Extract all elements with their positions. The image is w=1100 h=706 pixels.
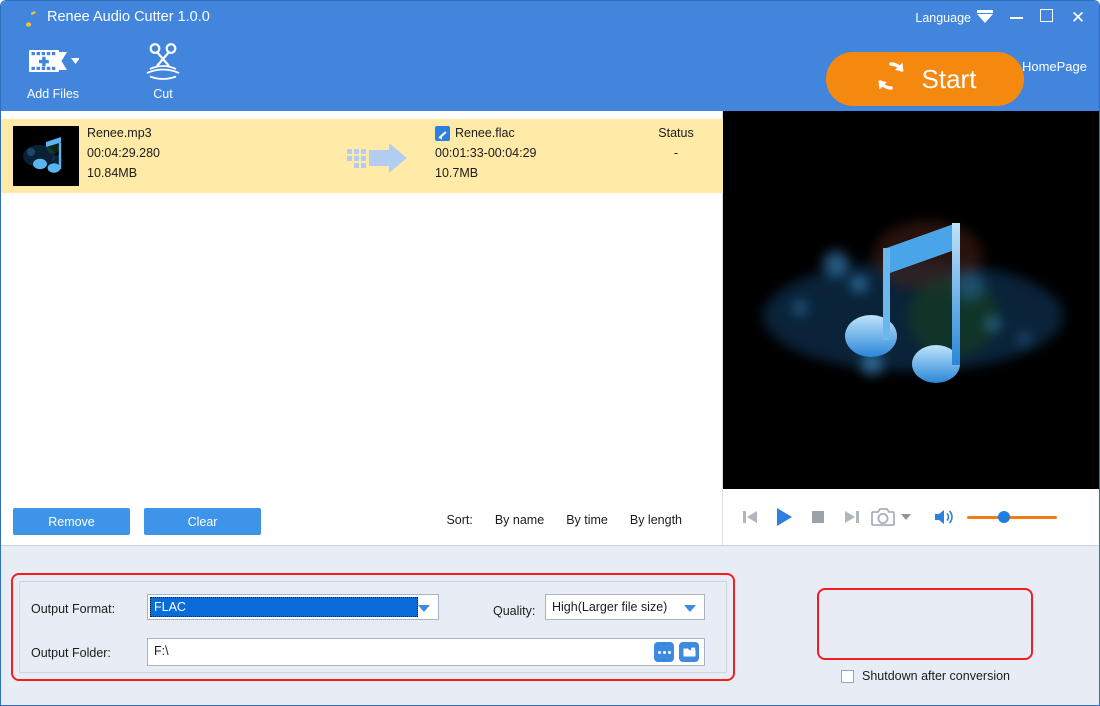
sort-label: Sort: [446, 513, 473, 527]
camera-snapshot-icon[interactable] [869, 500, 899, 534]
homepage-label: HomePage [1021, 59, 1087, 74]
sort-by-name[interactable]: By name [495, 513, 544, 527]
status-header: Status [658, 126, 694, 140]
sort-controls: Sort: By name By time By length [446, 513, 682, 527]
chevron-down-icon[interactable] [418, 605, 430, 612]
convert-arrow-icon [347, 141, 409, 175]
source-duration: 00:04:29.280 [87, 146, 160, 160]
start-label: Start [921, 63, 977, 94]
remove-button[interactable]: Remove [13, 508, 130, 535]
shutdown-after-conversion-checkbox[interactable]: Shutdown after conversion [841, 669, 1010, 683]
output-folder-label: Output Folder: [31, 646, 111, 660]
quality-select[interactable]: High(Larger file size) [545, 594, 705, 620]
edit-pencil-icon[interactable] [435, 125, 450, 141]
source-file-info: Renee.mp3 00:04:29.280 10.84MB [87, 123, 160, 183]
table-row[interactable]: Renee.mp3 00:04:29.280 10.84MB Renee.fla… [1, 119, 723, 193]
status-badge: - [673, 146, 679, 160]
video-preview[interactable] [723, 111, 1099, 489]
language-selector-label[interactable]: Language [915, 11, 971, 25]
cut-label: Cut [153, 87, 173, 101]
play-icon[interactable] [767, 500, 801, 534]
list-toolbar: Remove Clear Sort: By name By time By le… [1, 499, 723, 545]
player-controls [723, 489, 1099, 545]
app-window: Renee Audio Cutter 1.0.0 Language ✕ Add … [0, 0, 1100, 706]
volume-track [967, 516, 1057, 519]
cut-button[interactable]: Cut [113, 41, 213, 101]
volume-knob[interactable] [998, 511, 1010, 523]
sort-by-length[interactable]: By length [630, 513, 682, 527]
output-format-value: FLAC [150, 597, 418, 617]
volume-icon[interactable] [927, 500, 961, 534]
chevron-down-icon[interactable] [684, 605, 696, 612]
sort-by-time[interactable]: By time [566, 513, 608, 527]
close-button[interactable]: ✕ [1065, 7, 1091, 29]
maximize-button[interactable] [1033, 7, 1059, 29]
output-folder-input[interactable]: F:\ [147, 638, 705, 666]
previous-track-icon[interactable] [733, 500, 767, 534]
chevron-down-icon[interactable] [977, 10, 993, 23]
add-files-label: Add Files [26, 87, 80, 101]
scissors-icon [113, 41, 213, 81]
source-size: 10.84MB [87, 166, 138, 180]
add-files-button[interactable]: Add Files [3, 41, 103, 101]
app-title: Renee Audio Cutter 1.0.0 [47, 9, 210, 25]
ellipsis-icon[interactable] [654, 642, 674, 662]
minimize-button[interactable] [1003, 7, 1029, 29]
stop-icon[interactable] [801, 500, 835, 534]
clear-button[interactable]: Clear [144, 508, 261, 535]
target-range: 00:01:33-00:04:29 [435, 146, 537, 160]
target-file-name: Renee.flac [455, 126, 515, 140]
status-column: Status - [646, 123, 706, 163]
music-note-thumbnail [13, 126, 79, 186]
refresh-sync-icon [874, 59, 908, 100]
quality-label: Quality: [493, 604, 536, 618]
shutdown-label: Shutdown after conversion [862, 669, 1011, 683]
start-button[interactable]: Start [826, 52, 1024, 106]
file-list-panel[interactable]: Renee.mp3 00:04:29.280 10.84MB Renee.fla… [1, 111, 723, 499]
titlebar: Renee Audio Cutter 1.0.0 Language ✕ [1, 1, 1099, 35]
quality-value: High(Larger file size) [552, 600, 668, 614]
music-note-icon [17, 8, 39, 30]
target-size: 10.7MB [435, 166, 479, 180]
annotation-box-start [817, 588, 1033, 660]
output-format-label: Output Format: [31, 602, 116, 616]
target-file-info: Renee.flac 00:01:33-00:04:29 10.7MB [435, 123, 536, 183]
volume-slider[interactable] [967, 510, 1057, 524]
next-track-icon[interactable] [835, 500, 869, 534]
chevron-down-icon[interactable] [899, 500, 913, 534]
checkbox-box[interactable] [841, 669, 854, 683]
output-folder-value: F:\ [154, 644, 169, 658]
folder-icon[interactable] [679, 642, 699, 662]
add-files-icon [3, 41, 103, 81]
output-format-select[interactable]: FLAC [147, 594, 439, 620]
source-file-name: Renee.mp3 [87, 126, 152, 140]
music-note-artwork [845, 223, 960, 383]
